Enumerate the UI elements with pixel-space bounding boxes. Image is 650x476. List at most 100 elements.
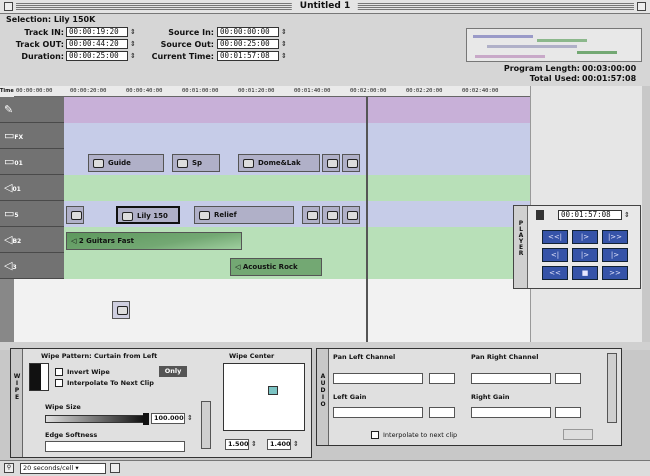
clip-label: Relief	[214, 211, 237, 219]
info-header: Selection: Lily 150K Track IN: 00:00:19:…	[0, 14, 650, 86]
pan-right-field[interactable]	[471, 373, 551, 384]
source-out-field[interactable]: 00:00:25:00	[217, 39, 279, 49]
zoom-select[interactable]: 20 seconds/cell ▾	[20, 463, 106, 474]
wipe-scrollbar[interactable]	[201, 401, 211, 449]
empty-lane[interactable]	[14, 279, 530, 342]
clip-small[interactable]	[322, 154, 340, 172]
audio-apply-button[interactable]	[563, 429, 593, 440]
track-in-stepper-icon[interactable]: ⇕	[130, 28, 137, 37]
track-lane-a1[interactable]	[14, 175, 530, 201]
track-header-fx[interactable]: ▭FX	[0, 123, 64, 149]
timeline-area[interactable]: Guide Sp Dome&Lak Lily 150 Relief ◁ 2 Gu…	[14, 97, 530, 342]
playhead[interactable]	[366, 97, 368, 342]
track-header-a2[interactable]: ◁B2	[0, 227, 64, 253]
timecode-label: TimeCode:	[0, 86, 14, 97]
audio-panel: AUDIO Pan Left Channel Pan Right Channel…	[316, 348, 622, 446]
track-lane-1[interactable]	[14, 97, 530, 123]
wipe-center-x-stepper-icon[interactable]: ⇕	[251, 440, 258, 449]
track-header-a3[interactable]: ◁3	[0, 253, 64, 279]
invert-wipe-checkbox[interactable]	[55, 368, 63, 376]
zoom-box-icon[interactable]	[637, 2, 646, 11]
track-in-field[interactable]: 00:00:19:20	[66, 27, 128, 37]
player-button-step-fwd[interactable]: |>	[602, 248, 628, 262]
clip-sp[interactable]: Sp	[172, 154, 220, 172]
current-time-stepper-icon[interactable]: ⇕	[281, 52, 288, 61]
magnifier-icon[interactable]: ⚲	[4, 463, 14, 473]
track-header-1[interactable]: ✎	[0, 97, 64, 123]
right-gain-field[interactable]	[471, 407, 551, 418]
video-clip-icon	[117, 305, 128, 315]
player-timecode-stepper-icon[interactable]: ⇕	[624, 211, 631, 220]
clip-relief[interactable]: Relief	[194, 206, 294, 224]
track-header-a1[interactable]: ◁01	[0, 175, 64, 201]
wipe-size-slider[interactable]	[45, 415, 145, 423]
wipe-center-handle[interactable]	[268, 386, 278, 395]
track-header-d5[interactable]: ▭5	[0, 201, 64, 227]
source-out-stepper-icon[interactable]: ⇕	[281, 40, 288, 49]
player-timecode-field[interactable]: 00:01:57:08	[558, 210, 622, 220]
wipe-size-stepper-icon[interactable]: ⇕	[187, 414, 194, 423]
player-button-stop[interactable]: ■	[572, 266, 598, 280]
edge-softness-field[interactable]	[45, 441, 185, 452]
interpolate-checkbox[interactable]	[55, 379, 63, 387]
player-button-rewind[interactable]: <<	[542, 266, 568, 280]
audio-interpolate-checkbox[interactable]	[371, 431, 379, 439]
track-out-stepper-icon[interactable]: ⇕	[130, 40, 137, 49]
ruler-tick: 00:00:40:00	[126, 88, 163, 94]
video-clip-icon	[71, 210, 82, 220]
right-gain-value[interactable]	[555, 407, 581, 418]
wipe-center-x-field[interactable]: 1.500	[225, 439, 249, 450]
player-button-play[interactable]: |>	[572, 230, 598, 244]
audio-scrollbar[interactable]	[607, 353, 617, 423]
duration-field[interactable]: 00:00:25:00	[66, 51, 128, 61]
clip-small[interactable]	[322, 206, 340, 224]
player-button-end[interactable]: |>>	[602, 230, 628, 244]
clip-small[interactable]	[342, 206, 360, 224]
wipe-size-slider-handle[interactable]	[143, 413, 149, 425]
left-gain-value[interactable]	[429, 407, 455, 418]
duration-stepper-icon[interactable]: ⇕	[130, 52, 137, 61]
clip-floating[interactable]	[112, 301, 130, 319]
wipe-center-y-stepper-icon[interactable]: ⇕	[293, 440, 300, 449]
wipe-pattern-preview[interactable]	[29, 363, 49, 391]
source-in-stepper-icon[interactable]: ⇕	[281, 28, 288, 37]
current-time-field[interactable]: 00:01:57:08	[217, 51, 279, 61]
source-in-label: Source In:	[168, 28, 214, 37]
pan-left-field[interactable]	[333, 373, 423, 384]
video-clip-icon	[177, 158, 188, 168]
timecode-ruler[interactable]: 00:00:00:00 00:00:20:00 00:00:40:00 00:0…	[14, 86, 530, 97]
toggle-icon[interactable]	[110, 463, 120, 473]
clip-label: Guide	[108, 159, 131, 167]
program-overview[interactable]	[466, 28, 642, 62]
wipe-side-label: WIPE	[11, 349, 23, 457]
close-box-icon[interactable]	[4, 2, 13, 11]
player-button-pause[interactable]: |>	[572, 248, 598, 262]
pan-right-value[interactable]	[555, 373, 581, 384]
wipe-center-y-field[interactable]: 1.400	[267, 439, 291, 450]
clip-small[interactable]	[302, 206, 320, 224]
track-out-field[interactable]: 00:00:44:20	[66, 39, 128, 49]
clip-small[interactable]	[66, 206, 84, 224]
player-button-rewind-start[interactable]: <<|	[542, 230, 568, 244]
left-gain-field[interactable]	[333, 407, 423, 418]
clip-small[interactable]	[342, 154, 360, 172]
clip-guide[interactable]: Guide	[88, 154, 164, 172]
track-header-d1[interactable]: ▭01	[0, 149, 64, 175]
player-button-fast-forward[interactable]: >>	[602, 266, 628, 280]
clip-lily-selected[interactable]: Lily 150	[116, 206, 180, 224]
source-in-field[interactable]: 00:00:00:00	[217, 27, 279, 37]
player-panel: PLAYER 00:01:57:08 ⇕ <<| |> |>> <| |> |>…	[513, 205, 641, 289]
ruler-tick: 00:02:40:00	[462, 88, 499, 94]
wipe-size-field[interactable]: 100.000	[151, 413, 185, 424]
pan-left-value[interactable]	[429, 373, 455, 384]
clip-2-guitars-fast[interactable]: ◁ 2 Guitars Fast	[66, 232, 242, 250]
player-button-step-back[interactable]: <|	[542, 248, 568, 262]
clip-acoustic-rock[interactable]: ◁ Acoustic Rock	[230, 258, 322, 276]
clip-dome[interactable]: Dome&Lak	[238, 154, 320, 172]
clip-label: Lily 150	[137, 212, 168, 220]
wipe-center-pad[interactable]	[223, 363, 305, 431]
only-button[interactable]: Only	[159, 366, 187, 377]
record-icon[interactable]	[536, 210, 544, 220]
title-bar[interactable]: Untitled 1	[0, 0, 650, 14]
track-lane-fx[interactable]	[14, 123, 530, 149]
